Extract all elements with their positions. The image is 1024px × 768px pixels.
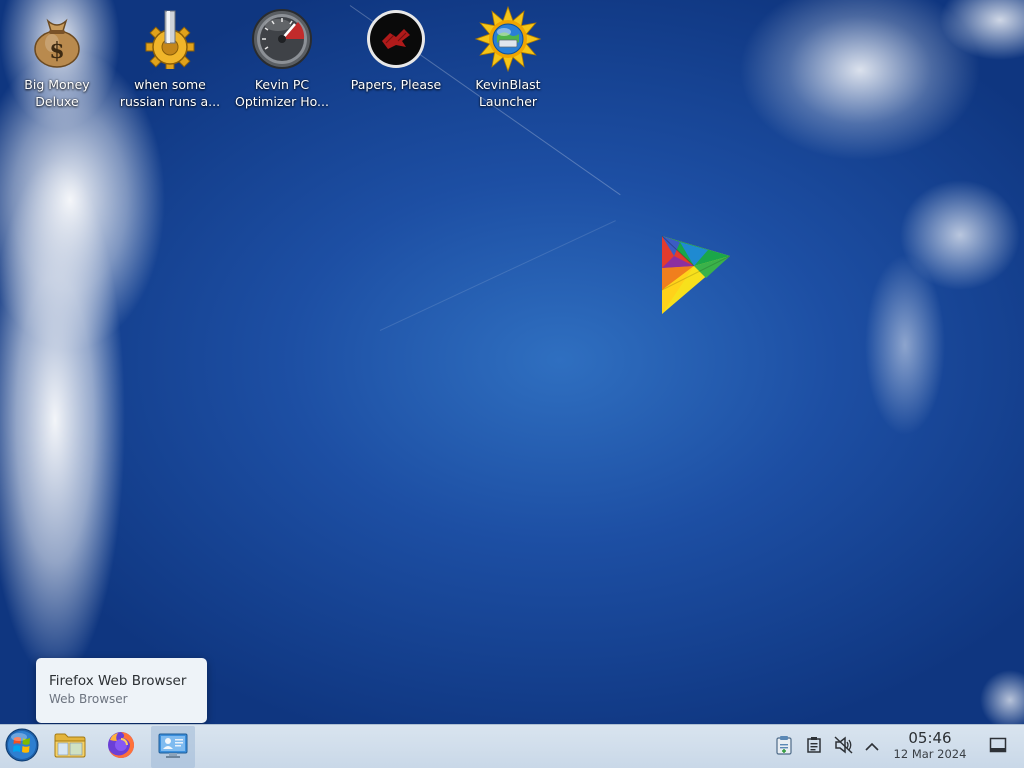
clock-date: 12 Mar 2024 [893,747,967,761]
firefox-tooltip: Firefox Web Browser Web Browser [36,658,207,723]
svg-text:$: $ [49,38,64,64]
desktop-icon-russian-game[interactable]: when some russian runs a... [115,6,225,110]
desktop-icon-label: Kevin PC Optimizer Ho... [235,77,329,109]
chevron-up-icon [864,738,880,757]
sky-streak [379,220,616,331]
windows-start-icon [5,728,39,766]
start-menu-button[interactable] [0,726,44,768]
system-settings-window-button[interactable] [151,726,195,768]
desktop-icon-kevin-pc-optimizer[interactable]: Kevin PC Optimizer Ho... [227,6,337,110]
desktop-icon-papers-please[interactable]: Papers, Please [341,6,451,93]
clipboard-icon [775,735,793,759]
clipboard-tray-button[interactable] [773,736,795,758]
tooltip-subtitle: Web Browser [49,692,128,706]
taskbar: 05:46 12 Mar 2024 [0,724,1024,768]
digital-clock[interactable]: 05:46 12 Mar 2024 [884,729,976,762]
desktop-icon-label: Big Money Deluxe [24,77,90,109]
desktop-icon-label: Papers, Please [350,77,442,92]
desktop-icon-kevinblast-launcher[interactable]: KevinBlast Launcher [453,6,563,110]
show-hidden-tray-button[interactable] [861,736,883,758]
show-desktop-button[interactable] [987,736,1009,758]
firefox-icon [106,730,136,764]
file-manager-button[interactable] [48,726,92,768]
folder-icon [54,731,86,763]
tooltip-title: Firefox Web Browser [49,673,187,689]
money-bag-icon: $ [24,6,90,72]
volume-tray-button[interactable] [833,736,855,758]
gear-icon [137,6,203,72]
sun-globe-icon [475,6,541,72]
firefox-launcher-button[interactable] [99,726,143,768]
desktop-icon-big-money-deluxe[interactable]: $ Big Money Deluxe [2,6,112,110]
volume-muted-icon [834,736,854,758]
system-settings-icon [157,731,189,763]
speedometer-icon [249,6,315,72]
desktop-background[interactable]: $ Big Money Deluxe when some russian run… [0,0,1024,768]
notes-tray-button[interactable] [803,736,825,758]
desktop-icon-label: KevinBlast Launcher [475,77,541,109]
papers-please-icon [363,6,429,72]
clock-time: 05:46 [908,729,952,747]
kite-image [650,228,740,320]
show-desktop-icon [989,737,1007,757]
notes-icon [805,736,823,758]
desktop-icon-label: when some russian runs a... [119,77,221,109]
